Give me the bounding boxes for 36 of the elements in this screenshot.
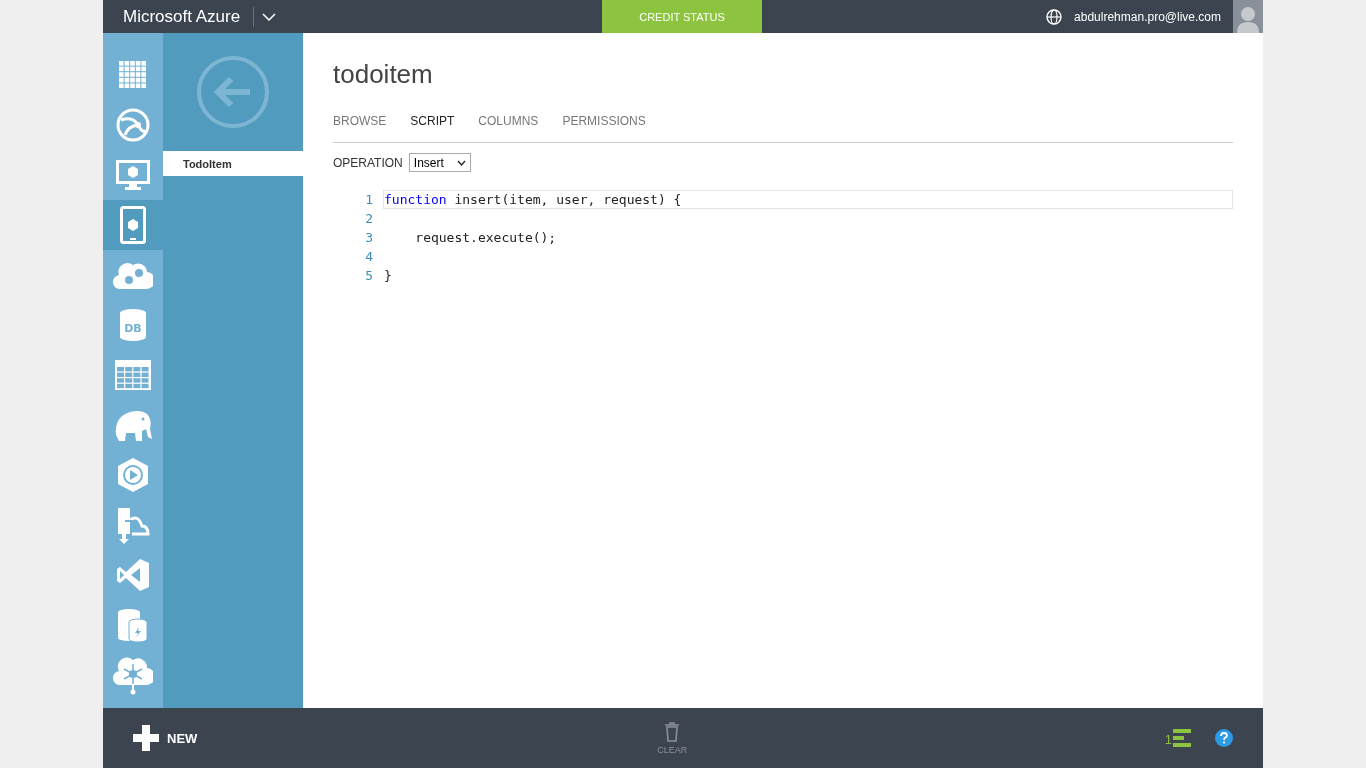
code-line: } [383, 267, 393, 285]
monitor-icon [116, 160, 150, 190]
subnav-item[interactable]: TodoItem [163, 151, 303, 176]
clear-button[interactable]: CLEAR [657, 721, 688, 755]
caret-icon [456, 159, 466, 166]
avatar[interactable] [1233, 0, 1263, 33]
tab[interactable]: BROWSE [333, 114, 387, 128]
page-title: todoitem [333, 59, 434, 90]
tab[interactable]: PERMISSIONS [562, 114, 646, 128]
grid-icon [119, 61, 147, 89]
document-download-icon [116, 506, 150, 544]
database-icon: DB [119, 308, 147, 342]
visual-studio-icon [116, 558, 150, 592]
tab[interactable]: SCRIPT [410, 114, 455, 128]
trash-icon [664, 721, 681, 742]
code-line: request.execute(); [414, 229, 558, 247]
phone-icon [120, 206, 146, 244]
cloud-network-icon [113, 655, 153, 695]
line-number: 2 [364, 211, 374, 226]
operation-label: OPERATION [333, 155, 403, 170]
table-icon [115, 360, 151, 390]
new-button[interactable]: NEW [133, 725, 198, 751]
cache-icon [117, 608, 149, 642]
nav-item[interactable] [103, 200, 163, 250]
media-services-icon [116, 457, 150, 493]
line-number: 4 [364, 249, 374, 264]
tab[interactable]: COLUMNS [478, 114, 539, 128]
brand-title: Microsoft Azure [122, 6, 242, 27]
line-number: 1 [364, 192, 374, 207]
operation-select[interactable]: Insert [408, 153, 471, 172]
notifications-button[interactable]: 1 [1164, 729, 1193, 747]
help-icon[interactable] [1215, 729, 1233, 747]
line-number: 5 [364, 268, 374, 283]
line-number: 3 [364, 230, 374, 245]
user-email[interactable]: abdulrehman.pro@live.com [1074, 9, 1221, 24]
chevron-down-icon[interactable] [262, 12, 276, 21]
